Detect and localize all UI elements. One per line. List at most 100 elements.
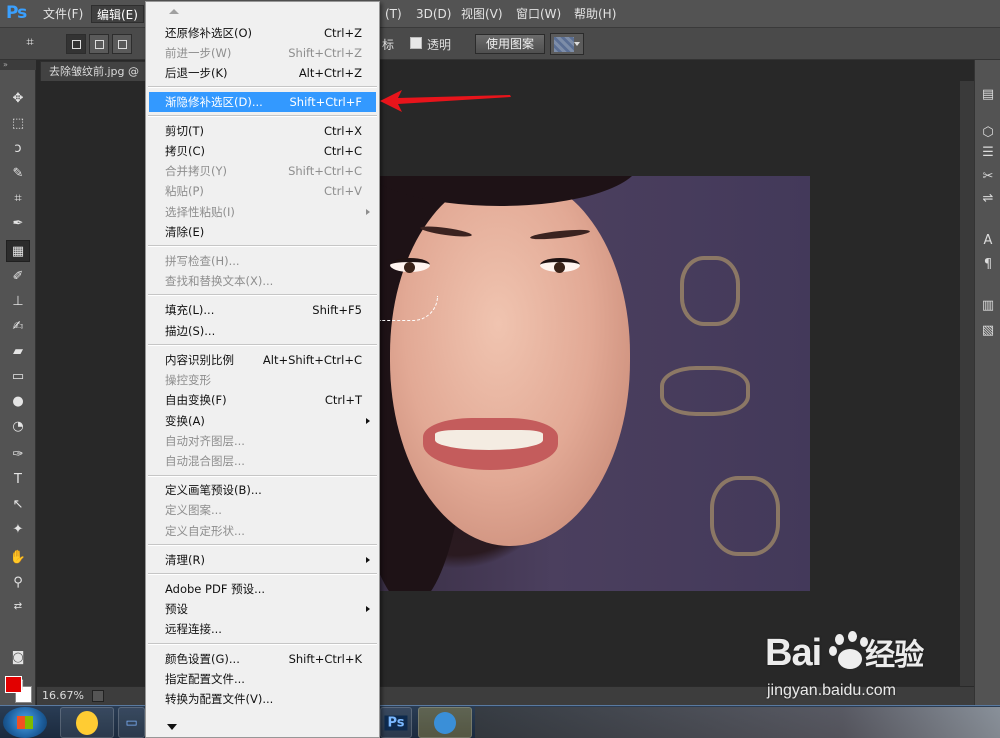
target-label: 标 <box>382 38 395 52</box>
menu-item-auto-blend-layers[interactable]: 自动混合图层... <box>149 451 376 471</box>
menu-item-undo-patch[interactable]: 还原修补选区(O) Ctrl+Z <box>149 23 376 43</box>
menu-item-define-pattern[interactable]: 定义图案... <box>149 500 376 520</box>
menu-item-convert-to-profile[interactable]: 转换为配置文件(V)... <box>149 689 376 709</box>
foreground-color-swatch[interactable] <box>5 676 22 693</box>
layers-panel-icon[interactable]: ▥ <box>979 297 997 315</box>
taskbar-app[interactable]: ▭ <box>118 707 145 738</box>
menu-file[interactable]: 文件(F) <box>38 5 88 23</box>
adjustments-panel-icon[interactable]: ⇌ <box>979 190 997 208</box>
properties-panel-icon[interactable]: ☰ <box>979 144 997 162</box>
gradient-tool-icon[interactable]: ▭ <box>6 366 30 388</box>
menu-filter[interactable]: (T) <box>380 5 407 23</box>
menu-item-remote-connections[interactable]: 远程连接... <box>149 619 376 639</box>
menu-item-check-spelling[interactable]: 拼写检查(H)... <box>149 251 376 271</box>
use-pattern-button[interactable]: 使用图案 <box>475 34 545 54</box>
menu-item-fade-patch[interactable]: 渐隐修补选区(D)... Shift+Ctrl+F <box>149 92 376 112</box>
menu-item-auto-align-layers[interactable]: 自动对齐图层... <box>149 431 376 451</box>
stamp-tool-icon[interactable]: ⊥ <box>6 291 30 313</box>
eye-shape <box>390 258 430 273</box>
menu-item-cut[interactable]: 剪切(T) Ctrl+X <box>149 121 376 141</box>
selection-add-button[interactable] <box>89 34 109 54</box>
menu-item-stroke[interactable]: 描边(S)... <box>149 321 376 341</box>
pen-tool-icon[interactable]: ✑ <box>6 444 30 466</box>
edit-menu-dropdown: 还原修补选区(O) Ctrl+Z 前进一步(W) Shift+Ctrl+Z 后退一步… <box>145 1 380 738</box>
start-button[interactable] <box>3 707 47 738</box>
transparent-checkbox[interactable] <box>410 37 422 49</box>
menu-separator <box>148 643 377 645</box>
swap-colors-icon[interactable]: ⇄ <box>6 596 30 618</box>
menu-item-step-forward[interactable]: 前进一步(W) Shift+Ctrl+Z <box>149 43 376 63</box>
menu-item-copy[interactable]: 拷贝(C) Ctrl+C <box>149 141 376 161</box>
menu-separator <box>148 245 377 247</box>
tool-presets-icon[interactable]: ✂ <box>979 168 997 186</box>
menu-item-adobe-pdf-presets[interactable]: Adobe PDF 预设... <box>149 579 376 599</box>
hand-tool-icon[interactable]: ✋ <box>6 547 30 569</box>
marquee-tool-icon[interactable]: ⬚ <box>6 113 30 135</box>
menu-item-presets[interactable]: 预设 <box>149 599 376 619</box>
menu-item-assign-profile[interactable]: 指定配置文件... <box>149 669 376 689</box>
panel-collapse-icon[interactable]: » <box>0 60 36 70</box>
document-photo[interactable] <box>380 176 810 591</box>
menu-scroll-up[interactable] <box>146 2 379 22</box>
eyedropper-tool-icon[interactable]: ✒ <box>6 213 30 235</box>
menu-item-define-custom-shape[interactable]: 定义自定形状... <box>149 521 376 541</box>
menu-item-copy-merged[interactable]: 合并拷贝(Y) Shift+Ctrl+C <box>149 161 376 181</box>
3d-panel-icon[interactable]: ⬡ <box>979 124 997 142</box>
patch-tool-preset-icon[interactable]: ⌗ <box>18 32 42 54</box>
lasso-tool-icon[interactable]: ↄ <box>6 138 30 160</box>
baidu-jingyan-watermark: Bai 经验 jingyan.baidu.com <box>765 630 995 705</box>
menu-item-paste-special[interactable]: 选择性粘贴(I) <box>149 202 376 222</box>
history-panel-icon[interactable]: ▤ <box>979 86 997 104</box>
menu-item-puppet-warp[interactable]: 操控变形 <box>149 370 376 390</box>
path-select-tool-icon[interactable]: ↖ <box>6 494 30 516</box>
menu-3d[interactable]: 3D(D) <box>411 5 456 23</box>
menu-item-purge[interactable]: 清理(R) <box>149 550 376 570</box>
selection-new-button[interactable] <box>66 34 86 54</box>
menu-help[interactable]: 帮助(H) <box>569 5 621 23</box>
menu-item-clear[interactable]: 清除(E) <box>149 222 376 242</box>
chevron-down-icon <box>167 724 177 730</box>
menu-view[interactable]: 视图(V) <box>456 5 508 23</box>
selection-subtract-button[interactable] <box>112 34 132 54</box>
document-info-icon[interactable] <box>92 690 104 702</box>
menu-item-paste[interactable]: 粘贴(P) Ctrl+V <box>149 181 376 201</box>
menu-scroll-down[interactable] <box>146 717 379 737</box>
menu-item-transform[interactable]: 变换(A) <box>149 411 376 431</box>
menu-separator <box>148 573 377 575</box>
crop-tool-icon[interactable]: ⌗ <box>6 188 30 210</box>
menu-separator <box>148 344 377 346</box>
menu-item-free-transform[interactable]: 自由变换(F) Ctrl+T <box>149 390 376 410</box>
watermark-url: jingyan.baidu.com <box>767 682 896 699</box>
move-tool-icon[interactable]: ✥ <box>6 88 30 110</box>
taskbar-qq[interactable] <box>60 707 114 738</box>
menu-item-define-brush[interactable]: 定义画笔预设(B)... <box>149 480 376 500</box>
photoshop-logo: Ps <box>6 3 27 23</box>
zoom-level[interactable]: 16.67% <box>42 689 84 702</box>
zoom-tool-icon[interactable]: ⚲ <box>6 572 30 594</box>
patch-tool-icon[interactable]: ▦ <box>6 240 30 262</box>
menu-item-content-aware-scale[interactable]: 内容识别比例 Alt+Shift+Ctrl+C <box>149 350 376 370</box>
menu-window[interactable]: 窗口(W) <box>511 5 566 23</box>
eraser-tool-icon[interactable]: ▰ <box>6 341 30 363</box>
menu-item-find-replace[interactable]: 查找和替换文本(X)... <box>149 271 376 291</box>
menu-item-step-backward[interactable]: 后退一步(K) Alt+Ctrl+Z <box>149 63 376 83</box>
menu-edit[interactable]: 编辑(E) <box>91 5 144 23</box>
menu-item-fill[interactable]: 填充(L)... Shift+F5 <box>149 300 376 320</box>
taskbar-photoshop[interactable]: Ps <box>380 707 412 738</box>
menu-item-color-settings[interactable]: 颜色设置(G)... Shift+Ctrl+K <box>149 649 376 669</box>
shape-tool-icon[interactable]: ✦ <box>6 519 30 541</box>
taskbar-app-2[interactable] <box>418 707 472 738</box>
quick-mask-icon[interactable]: ◙ <box>6 647 30 669</box>
character-panel-icon[interactable]: A <box>979 232 997 250</box>
chalk-stroke <box>660 366 750 416</box>
pattern-picker[interactable] <box>550 33 584 55</box>
brush-tool-icon[interactable]: ✐ <box>6 266 30 288</box>
type-tool-icon[interactable]: T <box>6 469 30 491</box>
paragraph-panel-icon[interactable]: ¶ <box>979 256 997 274</box>
notes-panel-icon[interactable]: ▧ <box>979 322 997 340</box>
canvas-scroll-area[interactable] <box>960 81 974 686</box>
blur-tool-icon[interactable]: ● <box>6 391 30 413</box>
dodge-tool-icon[interactable]: ◔ <box>6 416 30 438</box>
quick-select-tool-icon[interactable]: ✎ <box>6 163 30 185</box>
history-brush-tool-icon[interactable]: ✍ <box>6 316 30 338</box>
